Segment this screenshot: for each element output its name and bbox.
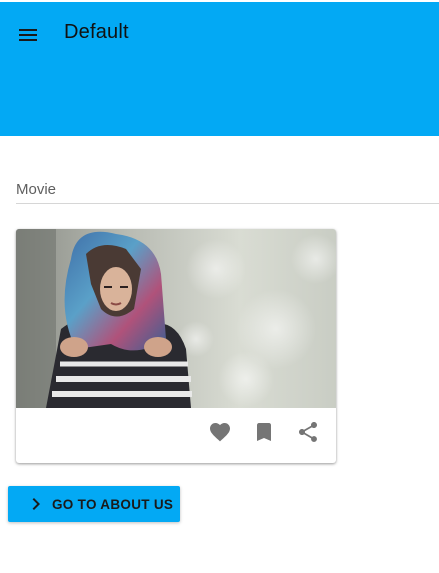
menu-icon <box>19 29 37 41</box>
share-icon <box>299 422 317 442</box>
menu-button[interactable] <box>10 17 46 53</box>
go-to-about-us-label: GO TO ABOUT US <box>52 496 174 512</box>
media-card <box>16 229 336 463</box>
toolbar-title: Default <box>64 21 129 43</box>
chevron-right-icon <box>32 498 40 510</box>
card-media-image <box>16 229 336 408</box>
bookmark-button[interactable] <box>248 416 280 448</box>
go-to-about-us-button[interactable]: GO TO ABOUT US <box>8 486 180 522</box>
share-button[interactable] <box>292 416 324 448</box>
section-divider <box>16 203 439 204</box>
favorite-icon <box>210 423 230 442</box>
section-label: Movie <box>16 181 57 198</box>
app-toolbar: Default <box>0 2 439 136</box>
card-actions <box>16 408 336 463</box>
favorite-button[interactable] <box>204 416 236 448</box>
bookmark-icon <box>257 423 271 441</box>
